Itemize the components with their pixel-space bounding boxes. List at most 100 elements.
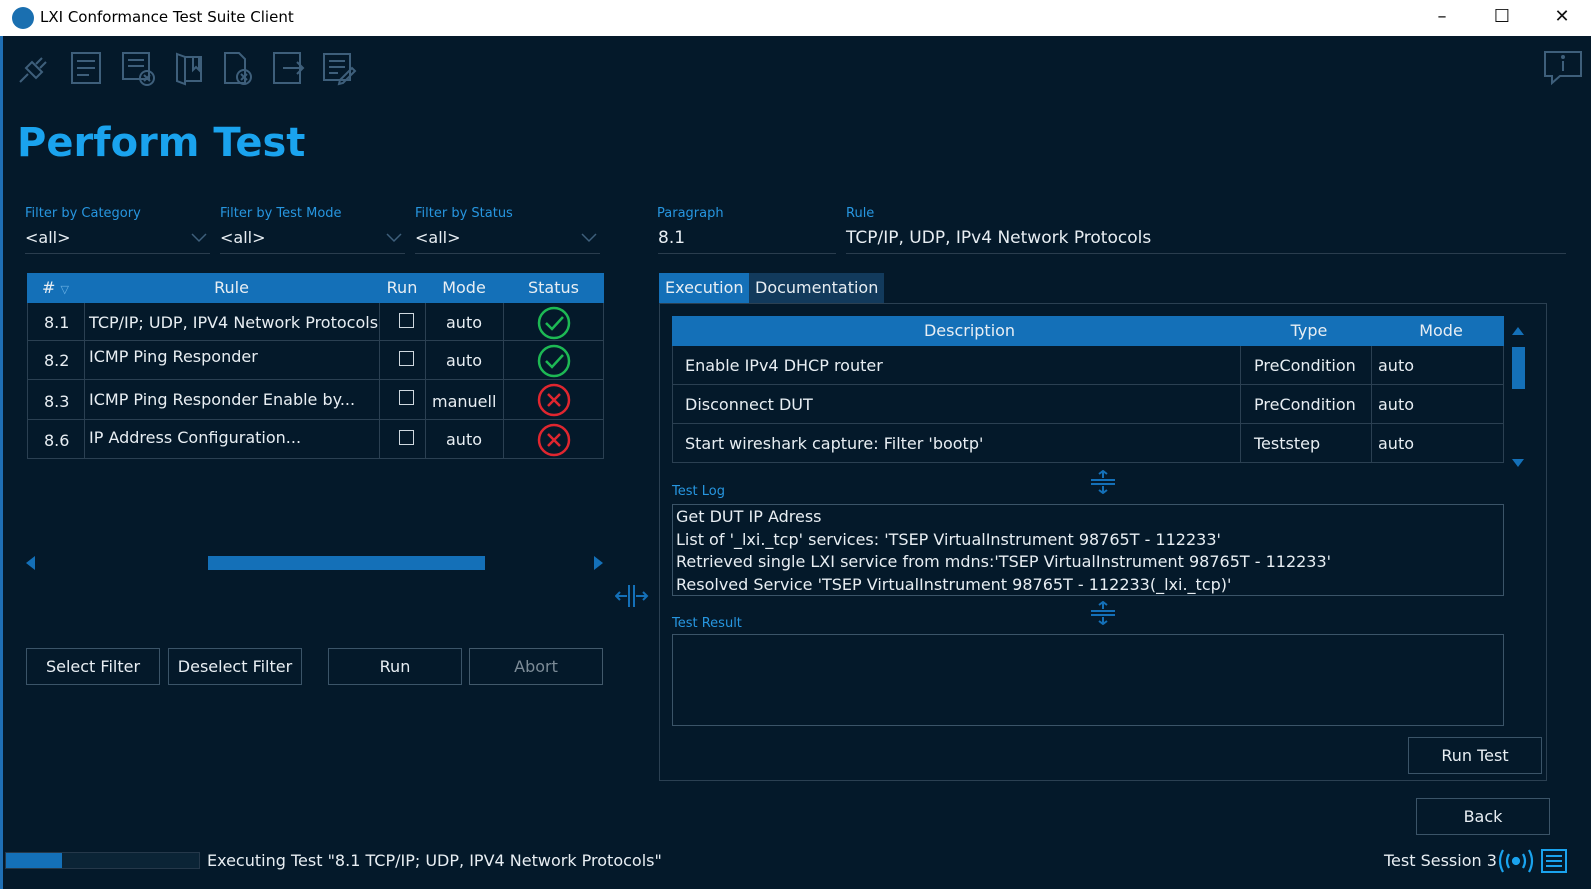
broadcast-icon[interactable]	[1497, 847, 1535, 875]
scroll-up-arrow[interactable]	[1512, 327, 1524, 335]
session-label: Test Session 3	[1384, 851, 1497, 870]
document-remove-icon[interactable]	[119, 48, 157, 88]
table-row[interactable]: 8.3 ICMP Ping Responder Enable by... man…	[27, 380, 604, 420]
export-icon[interactable]	[269, 48, 307, 88]
scroll-left-arrow[interactable]	[26, 556, 35, 570]
horizontal-scrollbar-thumb[interactable]	[208, 556, 485, 570]
horizontal-splitter-icon[interactable]	[1089, 469, 1117, 495]
tab-documentation[interactable]: Documentation	[749, 273, 885, 303]
select-filter-button[interactable]: Select Filter	[26, 648, 160, 685]
status-filter-label: Filter by Status	[415, 206, 513, 221]
column-header-rule[interactable]: Rule	[84, 278, 379, 297]
status-filter-value: <all>	[415, 228, 461, 247]
column-header-type[interactable]: Type	[1240, 321, 1378, 340]
step-description: Enable IPv4 DHCP router	[685, 356, 883, 375]
vertical-scrollbar-thumb[interactable]	[1512, 347, 1525, 389]
tab-execution[interactable]: Execution	[659, 273, 750, 303]
log-line: Get DUT IP Adress	[676, 507, 822, 526]
test-result-box[interactable]	[672, 634, 1504, 726]
horizontal-splitter-icon[interactable]	[1089, 600, 1117, 626]
abort-button[interactable]: Abort	[469, 648, 603, 685]
rule-number: 8.1	[44, 313, 70, 332]
step-mode: auto	[1378, 356, 1415, 375]
table-row[interactable]: Disconnect DUT PreCondition auto	[672, 385, 1504, 424]
run-checkbox[interactable]	[399, 351, 414, 366]
step-type: Teststep	[1254, 434, 1321, 453]
document-icon[interactable]	[67, 48, 105, 88]
plug-icon[interactable]	[14, 48, 52, 88]
table-row[interactable]: 8.6 IP Address Configuration... auto	[27, 420, 604, 459]
status-failed-icon	[504, 420, 604, 458]
info-icon[interactable]	[1542, 48, 1584, 88]
run-checkbox[interactable]	[399, 390, 414, 405]
progress-fill	[6, 853, 62, 868]
rule-number: 8.3	[44, 392, 70, 411]
rule-number: 8.2	[44, 351, 70, 370]
window-title: LXI Conformance Test Suite Client	[40, 8, 294, 26]
log-line: Retrieved single LXI service from mdns:'…	[676, 552, 1332, 571]
chevron-down-icon	[581, 233, 597, 243]
chevron-down-icon	[386, 233, 402, 243]
window-edge	[0, 36, 3, 889]
maximize-button[interactable]: ☐	[1473, 0, 1531, 36]
column-header-run[interactable]: Run	[379, 278, 425, 297]
step-mode: auto	[1378, 395, 1415, 414]
rule-name: TCP/IP; UDP, IPV4 Network Protocols	[89, 313, 379, 332]
paragraph-field: 8.1	[658, 226, 836, 254]
step-mode: auto	[1378, 434, 1415, 453]
step-description: Start wireshark capture: Filter 'bootp'	[685, 434, 984, 453]
app-icon	[12, 7, 34, 29]
table-row[interactable]: 8.2 ICMP Ping Responder auto	[27, 341, 604, 380]
column-header-description[interactable]: Description	[672, 321, 1267, 340]
column-header-number[interactable]: # ▽	[27, 278, 84, 297]
rule-mode: auto	[446, 351, 483, 370]
status-passed-icon	[504, 303, 604, 341]
table-row[interactable]: Start wireshark capture: Filter 'bootp' …	[672, 424, 1504, 463]
rule-number: 8.6	[44, 431, 70, 450]
table-row[interactable]: 8.1 TCP/IP; UDP, IPV4 Network Protocols …	[27, 303, 604, 341]
status-text: Executing Test "8.1 TCP/IP; UDP, IPV4 Ne…	[207, 851, 662, 870]
run-checkbox[interactable]	[399, 313, 414, 328]
delete-file-icon[interactable]	[219, 48, 257, 88]
category-filter-label: Filter by Category	[25, 206, 141, 221]
rule-mode: manuell	[432, 392, 497, 411]
rules-table-header: # ▽ Rule Run Mode Status	[27, 273, 604, 303]
rule-name: ICMP Ping Responder Enable by...	[89, 390, 356, 409]
column-header-mode[interactable]: Mode	[1378, 321, 1504, 340]
paragraph-value: 8.1	[658, 228, 686, 248]
test-mode-filter-label: Filter by Test Mode	[220, 206, 342, 221]
rule-label: Rule	[846, 206, 875, 221]
test-mode-filter-select[interactable]: <all>	[220, 226, 405, 254]
scroll-right-arrow[interactable]	[594, 556, 603, 570]
test-log-box[interactable]: Get DUT IP Adress List of '_lxi._tcp' se…	[672, 504, 1504, 596]
book-icon[interactable]	[171, 48, 209, 88]
run-checkbox[interactable]	[399, 430, 414, 445]
step-type: PreCondition	[1254, 395, 1356, 414]
edit-document-icon[interactable]	[320, 48, 358, 88]
column-header-status[interactable]: Status	[503, 278, 604, 297]
test-mode-filter-value: <all>	[220, 228, 266, 247]
run-button[interactable]: Run	[328, 648, 462, 685]
page-title: Perform Test	[17, 120, 306, 166]
deselect-filter-button[interactable]: Deselect Filter	[168, 648, 302, 685]
category-filter-value: <all>	[25, 228, 71, 247]
column-header-mode[interactable]: Mode	[425, 278, 503, 297]
back-button[interactable]: Back	[1416, 798, 1550, 835]
vertical-splitter-icon[interactable]	[614, 583, 649, 609]
category-filter-select[interactable]: <all>	[25, 226, 210, 254]
list-icon[interactable]	[1540, 847, 1568, 875]
rule-field: TCP/IP, UDP, IPv4 Network Protocols	[846, 226, 1566, 254]
rule-mode: auto	[446, 313, 483, 332]
chevron-down-icon	[191, 233, 207, 243]
sort-down-icon: ▽	[60, 283, 69, 296]
table-row[interactable]: Enable IPv4 DHCP router PreCondition aut…	[672, 346, 1504, 385]
steps-table-header: Description Type Mode	[672, 316, 1504, 346]
scroll-down-arrow[interactable]	[1512, 459, 1524, 467]
status-filter-select[interactable]: <all>	[415, 226, 600, 254]
progress-bar	[5, 852, 200, 869]
minimize-button[interactable]: –	[1413, 0, 1471, 36]
test-log-label: Test Log	[672, 484, 725, 499]
paragraph-label: Paragraph	[657, 206, 724, 221]
close-button[interactable]: ✕	[1533, 0, 1591, 36]
run-test-button[interactable]: Run Test	[1408, 737, 1542, 774]
